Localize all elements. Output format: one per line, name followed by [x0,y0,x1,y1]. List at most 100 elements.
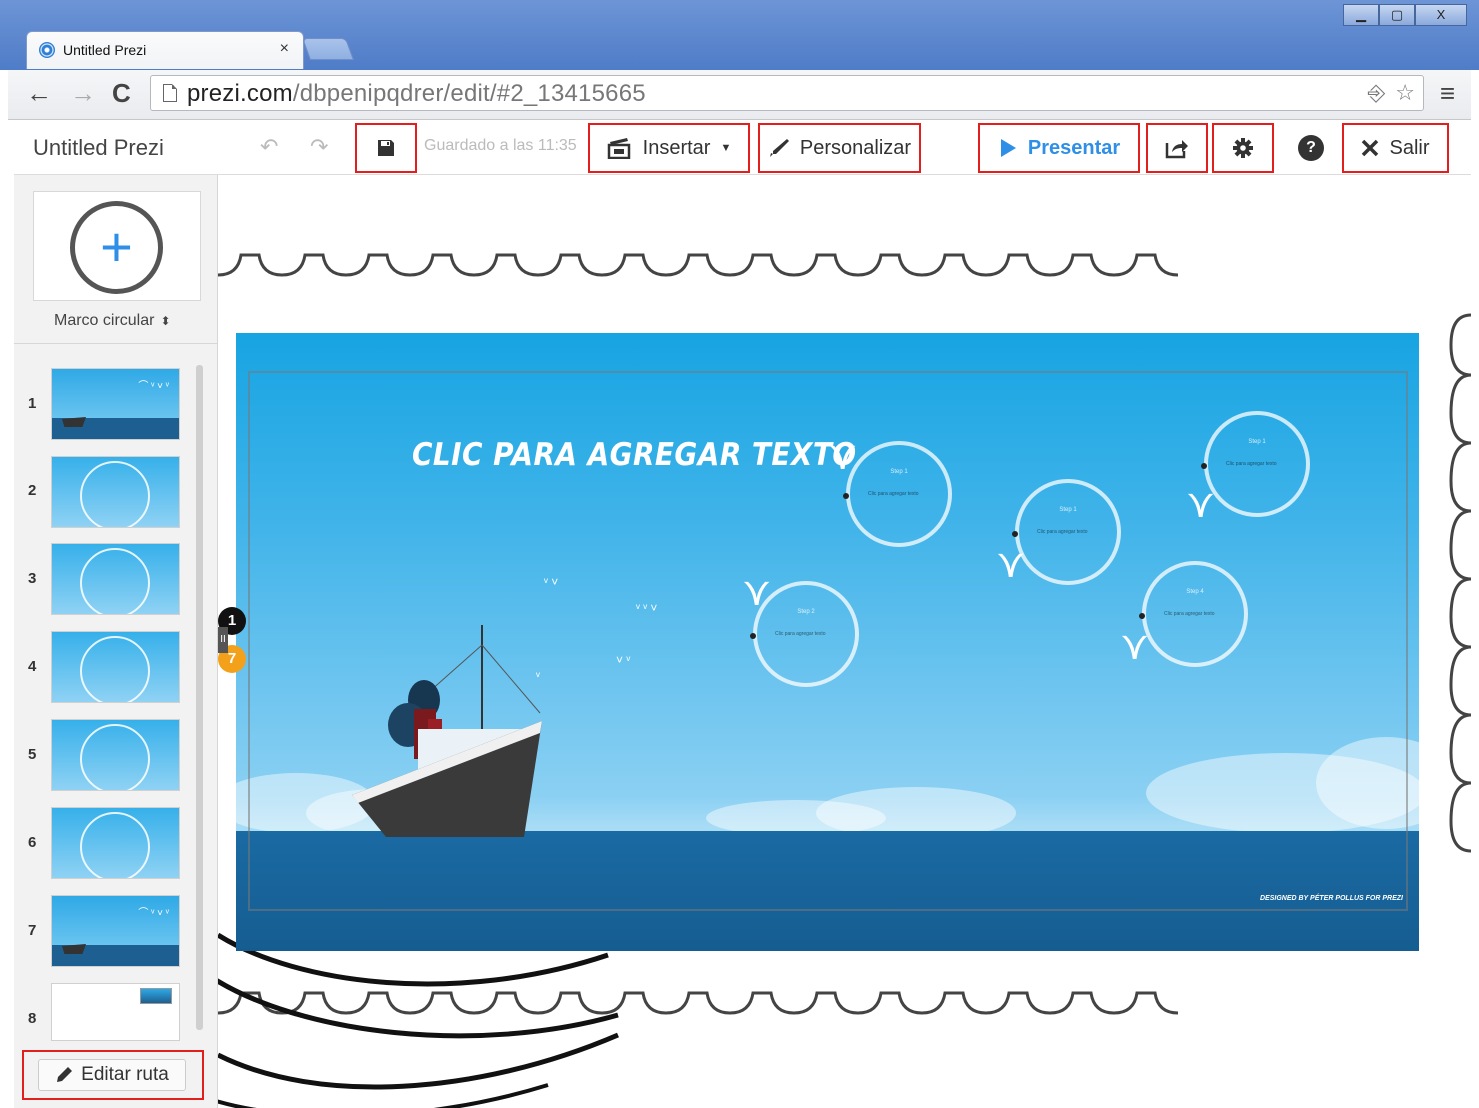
window-controls: ▁ ▢ X [1343,4,1467,26]
path-point [1012,531,1018,537]
prezi-appbar: Untitled Prezi ↶ ↷ Guardado a las 11:35 … [14,121,1471,175]
thumbnail-8[interactable] [51,983,180,1041]
thumbnail-5[interactable] [51,719,180,791]
url-text[interactable]: prezi.com/dbpenipqdrer/edit/#2_13415665 [187,80,646,108]
edit-path-button[interactable]: Editar ruta [38,1059,186,1091]
maximize-icon[interactable]: ▢ [1379,4,1415,26]
thumbnail-number: 2 [28,482,37,499]
circle-step-label: Step 4 [1186,589,1204,595]
save-icon [378,140,394,156]
circle-step-label: Step 1 [1248,439,1266,445]
circle-text: Clic para agregar texto [1226,461,1277,467]
insert-icon [607,138,630,159]
slide-frame[interactable]: CLIC PARA AGREGAR TEXTO Step 1 Clic para… [236,333,1419,951]
birds-icon: ⌒ ᵛ ˅ ᵛ [138,908,169,919]
small-seagull-icon: ᵛ ˅ [544,575,559,589]
circle-step-label: Step 2 [797,609,815,615]
circle-frame-ring [80,812,150,878]
share-icon [1165,140,1188,159]
thumbnail-number: 5 [28,746,37,763]
path-point [750,633,756,639]
help-icon[interactable]: ? [1298,135,1324,161]
save-button[interactable] [355,123,417,173]
prezi-favicon-icon [39,42,55,58]
add-frame-button[interactable]: + [33,191,201,301]
frame-circle[interactable]: Step 1 Clic para agregar texto [1201,411,1310,517]
redo-icon[interactable]: ↷ [310,134,328,160]
star-icon[interactable]: ☆ [1395,80,1415,106]
ship-icon [62,944,86,954]
frame-circle[interactable]: Step 1 Clic para agregar texto [843,441,952,547]
circle-frame-ring [80,461,150,527]
share-button[interactable] [1146,123,1208,173]
frame-circle[interactable]: Step 1 Clic para agregar texto [1012,479,1121,585]
designer-credit: DESIGNED BY PÉTER POLLUS FOR PREZI [1259,895,1403,902]
document-title[interactable]: Untitled Prezi [33,135,164,161]
address-bar[interactable]: prezi.com/dbpenipqdrer/edit/#2_13415665 … [150,75,1424,111]
path-point [1139,613,1145,619]
gear-icon [1233,138,1253,158]
edit-path-label: Editar ruta [81,1064,169,1085]
seagull-icon: ⋎ [742,570,772,614]
thumbnail-6[interactable] [51,807,180,879]
circle-step-label: Step 1 [1059,507,1077,513]
plus-icon: + [100,215,133,278]
browser-titlebar: Untitled Prezi × ▁ ▢ X [0,0,1479,70]
tab-close-icon[interactable]: × [280,40,289,58]
circle-frame-ring [80,636,150,702]
browser-tab[interactable]: Untitled Prezi × [26,31,304,69]
ship-icon [352,625,542,837]
thumbnail-3[interactable] [51,543,180,615]
frame-type-label: Marco circular [54,312,155,329]
thumbnail-2[interactable] [51,456,180,528]
reload-icon[interactable]: C [112,78,131,108]
present-button[interactable]: Presentar [978,123,1140,173]
caret-down-icon: ▼ [720,142,732,154]
mini-slide-preview [140,988,172,1004]
frames-sidebar: + Marco circular ⬍ 1 ⌒ ᵛ ˅ ᵛ 2 3 4 5 6 7 … [14,175,218,1108]
play-icon [1000,139,1016,157]
settings-button[interactable] [1212,123,1274,173]
slide-title[interactable]: CLIC PARA AGREGAR TEXTO [412,437,857,473]
minimize-icon[interactable]: ▁ [1343,4,1379,26]
thumbnail-7[interactable]: ⌒ ᵛ ˅ ᵛ [51,895,180,967]
thumbnail-number: 3 [28,570,37,587]
prezi-canvas[interactable]: CLIC PARA AGREGAR TEXTO Step 1 Clic para… [218,175,1471,1108]
forward-icon[interactable]: → [70,78,96,108]
chrome-menu-icon[interactable]: ≡ [1440,78,1455,109]
frame-circle[interactable]: Step 4 Clic para agregar texto [1139,561,1248,667]
thumbnail-number: 6 [28,834,37,851]
small-seagull-icon: ᵛ ᵛ ˅ [636,601,658,615]
insert-label: Insertar [642,136,711,159]
thumbnail-1[interactable]: ⌒ ᵛ ˅ ᵛ [51,368,180,440]
brush-icon [769,139,789,157]
seagull-icon: ⋎ [1120,624,1150,668]
insert-button[interactable]: Insertar ▼ [588,123,750,173]
back-icon[interactable]: ← [26,78,52,108]
present-label: Presentar [1027,136,1121,159]
thumbnail-number: 4 [28,658,37,675]
circular-frame-icon: + [70,201,163,294]
path-point [1201,463,1207,469]
customize-button[interactable]: Personalizar [758,123,921,173]
circle-text: Clic para agregar texto [1037,529,1088,535]
thumbnail-4[interactable] [51,631,180,703]
circle-frame-ring [80,548,150,614]
circle-text: Clic para agregar texto [868,491,919,497]
new-tab-button[interactable] [301,38,355,60]
translate-icon[interactable]: ⎆ [1368,80,1386,106]
frame-type-select[interactable]: Marco circular ⬍ [54,312,171,330]
exit-button[interactable]: Salir [1342,123,1449,173]
window-close-icon[interactable]: X [1415,4,1467,26]
sidebar-divider [14,343,218,344]
seagull-icon: ⋎ [1186,482,1216,526]
thumbnail-number: 7 [28,922,37,939]
url-path: /dbpenipqdrer/edit/#2_13415665 [292,80,646,107]
page-icon [163,84,177,102]
updown-arrows-icon: ⬍ [160,314,171,328]
sidebar-scrollbar[interactable] [196,365,203,1030]
path-handle[interactable]: II [218,627,228,653]
ship-icon [62,417,86,427]
path-point [843,493,849,499]
undo-icon[interactable]: ↶ [260,134,278,160]
